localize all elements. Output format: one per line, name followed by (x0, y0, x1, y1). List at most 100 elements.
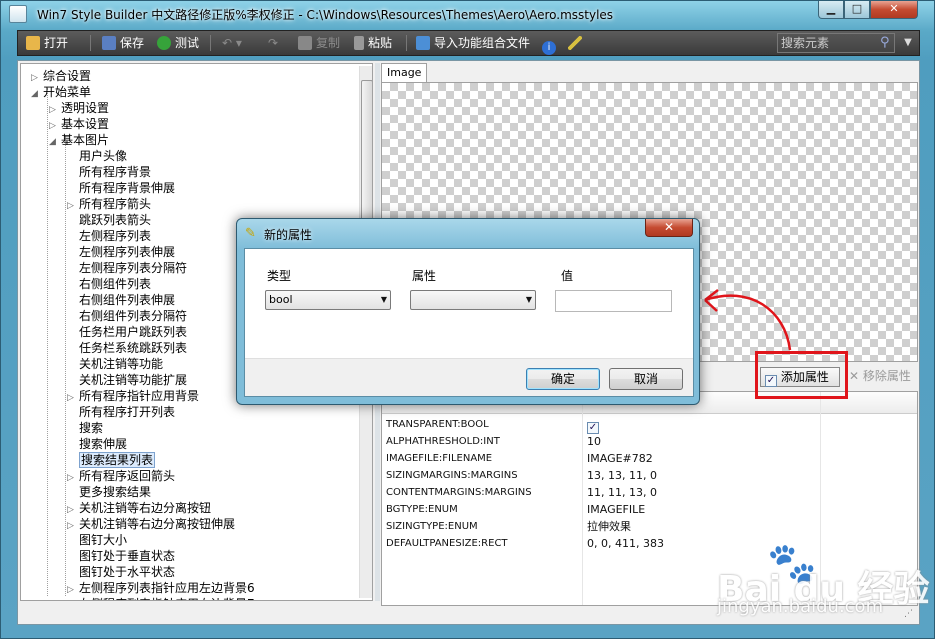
tree-item[interactable]: ▷ 透明设置 (49, 100, 109, 116)
property-row[interactable]: CONTENTMARGINS:MARGINS 11, 11, 13, 0 (382, 484, 917, 501)
property-row[interactable]: SIZINGTYPE:ENUM 拉伸效果 (382, 518, 917, 535)
tree-item-label: 左侧程序列表 (79, 229, 152, 243)
property-key: DEFAULTPANESIZE:RECT (386, 538, 508, 549)
type-select[interactable]: bool ▼ (265, 290, 391, 310)
attribute-select[interactable]: ▼ (410, 290, 536, 310)
tree-item[interactable]: 图钉大小 (67, 532, 127, 548)
chevron-down-icon[interactable]: ▼ (898, 33, 918, 53)
folder-icon (26, 36, 40, 50)
save-icon (102, 36, 116, 50)
tree-item[interactable]: ▷ 综合设置 (31, 68, 91, 84)
tree-item[interactable]: 所有程序背景 (67, 164, 151, 180)
tree-item[interactable]: ▷ 所有程序返回箭头 (67, 468, 175, 484)
tree-item[interactable]: 所有程序背景伸展 (67, 180, 175, 196)
remove-icon: ✕ (849, 369, 860, 383)
tree-item[interactable]: 用户头像 (67, 148, 127, 164)
tree-item[interactable]: ▷ 所有程序指针应用背景 (67, 388, 199, 404)
tree-item[interactable]: ▷ 关机注销等右边分离按钮伸展 (67, 516, 235, 532)
tree-item[interactable]: 任务栏用户跳跃列表 (67, 324, 187, 340)
property-row[interactable]: ALPHATHRESHOLD:INT 10 (382, 433, 917, 450)
tree-item[interactable]: 右侧组件列表伸展 (67, 292, 175, 308)
tree-item[interactable]: 任务栏系统跳跃列表 (67, 340, 187, 356)
property-value[interactable]: IMAGE#782 (587, 450, 653, 467)
cancel-button[interactable]: 取消 (609, 368, 683, 390)
tree-item[interactable]: 所有程序打开列表 (67, 404, 175, 420)
save-button[interactable]: 保存 (102, 31, 144, 55)
tree-item[interactable]: ▷ 左侧程序列表指针应用左边背景6 (67, 580, 255, 596)
tree-item-label: 左侧程序列表分隔符 (79, 261, 188, 275)
toolbar-separator (210, 35, 211, 51)
property-value[interactable]: 13, 13, 11, 0 (587, 467, 657, 484)
import-button[interactable]: 导入功能组合文件 (416, 31, 530, 55)
tree-item[interactable]: ▷左侧程序列表指针应用右边背景7 (67, 596, 255, 600)
search-input[interactable]: 搜索元素 (777, 33, 895, 53)
undo-button[interactable]: ↶ ▾ (222, 31, 242, 55)
property-value[interactable]: ✓ (587, 416, 599, 434)
property-value[interactable]: 11, 11, 13, 0 (587, 484, 657, 501)
toolbar-separator (406, 35, 407, 51)
property-row[interactable]: SIZINGMARGINS:MARGINS 13, 13, 11, 0 (382, 467, 917, 484)
tree-item[interactable]: 搜索伸展 (67, 436, 127, 452)
tree-item-label: 跳跃列表箭头 (79, 213, 152, 227)
tree-item[interactable]: ◢ 开始菜单 (31, 84, 91, 100)
copy-button[interactable]: 复制 (298, 31, 340, 55)
title-bar[interactable]: Win7 Style Builder 中文路径修正版%李权修正 - C:\Win… (1, 1, 935, 27)
about-button[interactable]: i (542, 31, 560, 55)
tree-item[interactable]: 关机注销等功能扩展 (67, 372, 187, 388)
property-value[interactable]: 0, 0, 411, 383 (587, 535, 664, 552)
ok-button[interactable]: 确定 (526, 368, 600, 390)
tree-item[interactable]: 搜索结果列表 (67, 452, 156, 468)
property-value[interactable]: IMAGEFILE (587, 501, 645, 518)
property-key: SIZINGTYPE:ENUM (386, 521, 478, 532)
tree-item[interactable]: 右侧组件列表分隔符 (67, 308, 187, 324)
tab-image[interactable]: Image (381, 63, 427, 83)
tree-item[interactable]: 右侧组件列表 (67, 276, 151, 292)
property-key: SIZINGMARGINS:MARGINS (386, 470, 518, 481)
search-icon[interactable]: ⚲ (880, 33, 890, 53)
property-row[interactable]: IMAGEFILE:FILENAME IMAGE#782 (382, 450, 917, 467)
tree-item-label: 右侧组件列表 (79, 277, 152, 291)
tree-item[interactable]: 关机注销等功能 (67, 356, 163, 372)
tree-item[interactable]: 左侧程序列表分隔符 (67, 260, 187, 276)
dialog-close-button[interactable]: ✕ (645, 219, 693, 237)
tree-item-label: 关机注销等右边分离按钮 (79, 501, 212, 515)
tree-item[interactable]: ▷ 所有程序箭头 (67, 196, 151, 212)
toolbar: 打开 保存 测试 ↶ ▾ ↷ 复制 粘贴 导入功能组合文件 i 搜索元素 ⚲ ▼ (17, 30, 920, 56)
tree-item[interactable]: 左侧程序列表 (67, 228, 151, 244)
property-row[interactable]: TRANSPARENT:BOOL ✓ (382, 416, 917, 434)
expand-arrow-icon[interactable]: ◢ (49, 134, 61, 150)
tree-item[interactable]: ▷ 关机注销等右边分离按钮 (67, 500, 211, 516)
tree-item[interactable]: ▷ 基本设置 (49, 116, 109, 132)
scrollbar-thumb[interactable] (361, 80, 372, 230)
property-key: ALPHATHRESHOLD:INT (386, 436, 500, 447)
property-value[interactable]: 10 (587, 433, 601, 450)
maximize-button[interactable]: □ (844, 1, 870, 19)
open-button[interactable]: 打开 (26, 31, 68, 55)
expand-arrow-icon[interactable]: ◢ (31, 86, 43, 102)
tree-item[interactable]: 左侧程序列表伸展 (67, 244, 175, 260)
attribute-label: 属性 (412, 269, 437, 283)
expand-arrow-icon[interactable]: ▷ (67, 598, 79, 600)
tree-item-label: 搜索 (79, 421, 104, 435)
minimize-button[interactable]: ▁ (818, 1, 844, 19)
property-value[interactable]: 拉伸效果 (587, 518, 631, 535)
tree-item-label: 基本设置 (61, 117, 110, 131)
close-button[interactable]: ✕ (870, 1, 918, 19)
tree-item[interactable]: 跳跃列表箭头 (67, 212, 151, 228)
value-input[interactable] (555, 290, 672, 312)
remove-property-button[interactable]: ✕ 移除属性 (849, 367, 911, 387)
edit-button[interactable] (568, 31, 586, 55)
tree-item[interactable]: 图钉处于水平状态 (67, 564, 175, 580)
test-button[interactable]: 测试 (157, 31, 199, 55)
tree-item[interactable]: 更多搜索结果 (67, 484, 151, 500)
tree-item[interactable]: 图钉处于垂直状态 (67, 548, 175, 564)
tree-item[interactable]: 搜索 (67, 420, 103, 436)
redo-button[interactable]: ↷ (268, 31, 278, 55)
tree-item-label: 所有程序背景 (79, 165, 152, 179)
property-row[interactable]: BGTYPE:ENUM IMAGEFILE (382, 501, 917, 518)
paste-button[interactable]: 粘贴 (354, 31, 392, 55)
dialog-title: 新的属性 (264, 228, 313, 242)
property-key: BGTYPE:ENUM (386, 504, 458, 515)
pencil-icon (568, 36, 582, 50)
tree-item[interactable]: ◢ 基本图片 (49, 132, 109, 148)
